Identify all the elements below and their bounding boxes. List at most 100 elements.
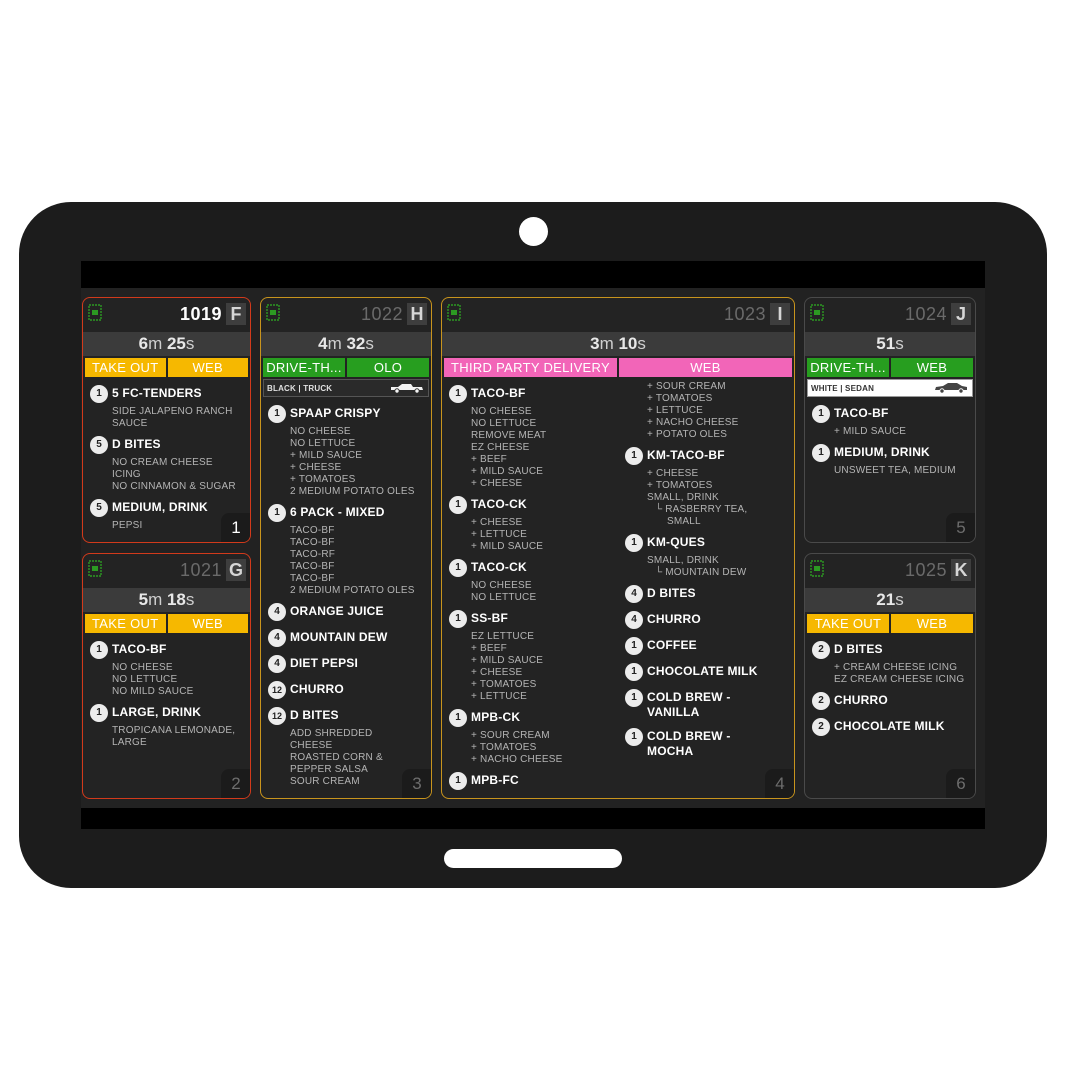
vehicle-info: WHITE | SEDAN [807,379,973,397]
modifier: + MILD SAUCE [834,426,907,437]
list-item[interactable]: 2 D BITES + CREAM CHEESE ICING EZ CREAM CH… [812,641,969,686]
item-name: D BITES [647,586,696,600]
list-item[interactable]: 1 TACO-BF NO CHEESE NO LETTUCE NO MILD SAUC… [90,641,244,698]
modifier: + SOUR CREAM [471,730,550,741]
top-bar [81,261,985,288]
list-item[interactable]: 5 D BITES NO CREAM CHEESE ICING NO CINNAMON… [90,436,244,493]
modifier: EZ CREAM CHEESE ICING [834,674,965,685]
list-item[interactable]: 4 MOUNTAIN DEW [268,629,425,647]
qty-badge: 4 [268,629,286,647]
item-name: TACO-BF [471,386,526,400]
list-item[interactable]: 1 LARGE, DRINK TROPICANA LEMONADE, LARGE [90,704,244,749]
item-list: 1 TACO-BF + MILD SAUCE 1 MEDIUM, DRINK UNS… [805,397,975,477]
tag-order-source: OLO [347,358,429,377]
vehicle-label: WHITE | SEDAN [811,383,875,393]
list-item[interactable]: 1 COLD BREW - MOCHA [625,728,788,759]
order-tags: THIRD PARTY DELIVERY WEB [442,356,794,377]
item-list: 1 TACO-BF NO CHEESE NO LETTUCE NO MILD SAUC… [83,633,250,749]
receipt-icon [266,304,280,321]
list-item[interactable]: 2 CHOCOLATE MILK [812,718,969,736]
item-name: TACO-CK [471,497,527,511]
order-ticket[interactable]: 1022 H 4m 32s DRIVE-TH... OLO BLACK | TR… [260,297,432,799]
order-ticket[interactable]: 1024 J 51s DRIVE-TH... WEB WHITE | SEDAN… [804,297,976,543]
order-letter: H [407,303,427,325]
item-list-column-2: + SOUR CREAM + TOMATOES + LETTUCE + NACHO C… [618,377,794,796]
list-item[interactable]: 1 CHOCOLATE MILK [625,663,788,681]
list-item[interactable]: 1 TACO-CK + CHEESE + LETTUCE + MILD SAUCE [449,496,612,553]
ticket-header: 1021 G [83,554,250,588]
qty-badge: 1 [812,405,830,423]
tag-order-source: WEB [619,358,792,377]
qty-badge: 1 [812,444,830,462]
order-letter: G [226,559,246,581]
qty-badge: 1 [90,704,108,722]
modifier: + LETTUCE [647,405,703,416]
qty-badge: 4 [625,611,643,629]
modifier: CHEESE [290,740,333,751]
list-item[interactable]: 1 COLD BREW - VANILLA [625,689,788,720]
order-ticket[interactable]: 1025 K 21s TAKE OUT WEB 2 D BITES + CREAM… [804,553,976,799]
qty-badge: 4 [268,603,286,621]
order-number: 1021 [179,560,222,580]
bottom-bar [81,808,985,829]
list-item[interactable]: 1 TACO-BF NO CHEESE NO LETTUCE REMOVE MEAT E… [449,385,612,490]
ticket-position: 5 [946,513,975,542]
tag-order-source: WEB [891,614,973,633]
item-name: COLD BREW - VANILLA [647,690,731,719]
list-item[interactable]: 4 ORANGE JUICE [268,603,425,621]
order-letter: I [770,303,790,325]
modifier: 2 MEDIUM POTATO OLES [290,585,415,596]
order-tags: TAKE OUT WEB [83,356,250,377]
qty-badge: 1 [90,641,108,659]
modifier: TACO-BF [290,525,335,536]
receipt-icon [810,304,824,321]
list-item[interactable]: 1 SS-BF EZ LETTUCE + BEEF + MILD SAUCE + CHE… [449,610,612,703]
list-item[interactable]: 1 KM-QUES SMALL, DRINK └ MOUNTAIN DEW [625,534,788,579]
list-item[interactable]: 4 DIET PEPSI [268,655,425,673]
modifier: + MILD SAUCE [471,655,544,666]
modifier: + TOMATOES [647,480,713,491]
list-item[interactable]: 2 CHURRO [812,692,969,710]
modifier: + BEEF [471,454,507,465]
item-name: D BITES [112,437,161,451]
list-item[interactable]: 1 COFFEE [625,637,788,655]
modifier: + BEEF [471,643,507,654]
modifier: 2 MEDIUM POTATO OLES [290,486,415,497]
qty-badge: 1 [449,385,467,403]
list-item[interactable]: 4 D BITES [625,585,788,603]
modifier: + CHEESE [471,517,523,528]
list-item[interactable]: 1 MPB-FC [449,772,612,790]
item-name: 5 FC-TENDERS [112,386,202,400]
modifier: ROASTED CORN & [290,752,383,763]
order-number: 1023 [723,304,766,324]
list-item[interactable]: 1 KM-TACO-BF + CHEESE + TOMATOES SMALL, DRI… [625,447,788,528]
list-item[interactable]: 16 PACK - MIXED TACO-BF TACO-BF TACO-RF TAC… [268,504,425,597]
item-name: MEDIUM, DRINK [834,445,930,459]
modifier: NO MILD SAUCE [112,686,194,697]
item-name: LARGE, DRINK [112,705,202,719]
modifier: TACO-RF [290,549,336,560]
order-timer: 3m 10s [442,332,794,356]
modifier: SMALL, DRINK [647,555,719,566]
home-indicator[interactable] [444,849,622,868]
receipt-icon [88,560,102,577]
order-ticket[interactable]: 1023 I 3m 10s THIRD PARTY DELIVERY WEB 1… [441,297,795,799]
ticket-position: 2 [221,769,250,798]
list-item[interactable]: 1 TACO-BF + MILD SAUCE [812,405,969,438]
item-list: 2 D BITES + CREAM CHEESE ICING EZ CREAM CH… [805,633,975,736]
list-item[interactable]: 1 MPB-CK + SOUR CREAM + TOMATOES + NACHO CH… [449,709,612,766]
order-ticket[interactable]: 1019 F 6m 25s TAKE OUT WEB 1 5 FC-TENDERS… [82,297,251,543]
qty-badge: 1 [625,689,643,707]
list-item[interactable]: 1 TACO-CK NO CHEESE NO LETTUCE [449,559,612,604]
list-item[interactable]: 1 MEDIUM, DRINK UNSWEET TEA, MEDIUM [812,444,969,477]
list-item[interactable]: 1 SPAAP CRISPY NO CHEESE NO LETTUCE + MILD … [268,405,425,498]
item-name: COLD BREW - MOCHA [647,729,731,758]
item-list: 1 5 FC-TENDERS SIDE JALAPENO RANCH SAUCE 5… [83,377,250,532]
list-item[interactable]: 4 CHURRO [625,611,788,629]
sub-modifier: SMALL [667,516,701,527]
ticket-position: 1 [221,513,250,542]
order-ticket[interactable]: 1021 G 5m 18s TAKE OUT WEB 1 TACO-BF NO C… [82,553,251,799]
qty-badge: 5 [90,436,108,454]
list-item[interactable]: 1 5 FC-TENDERS SIDE JALAPENO RANCH SAUCE [90,385,244,430]
list-item[interactable]: 12 CHURRO [268,681,425,699]
